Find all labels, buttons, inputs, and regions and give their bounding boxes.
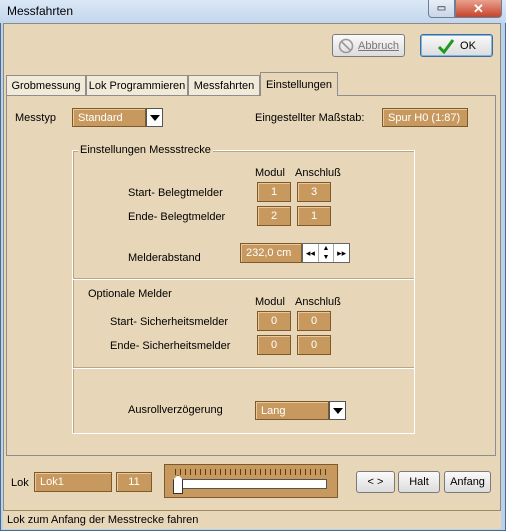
ok-button[interactable]: OK (420, 34, 493, 57)
field-value: 3 (310, 186, 318, 198)
tab-label: Messfahrten (193, 79, 255, 92)
messtyp-select[interactable]: Standard (72, 108, 146, 127)
track-group-title: Einstellungen Messstrecke (78, 144, 213, 156)
melderabstand-value: 232,0 cm (246, 247, 292, 259)
ausroll-label: Ausrollverzögerung (128, 404, 223, 416)
step-fast-forward-icon[interactable]: ▸▸ (334, 244, 349, 262)
ende-belegt-label: Ende- Belegtmelder (128, 211, 226, 223)
title-bar: Messfahrten ▭ ✕ (0, 0, 506, 23)
halt-button[interactable]: Halt (398, 471, 440, 493)
group-divider (73, 278, 414, 280)
help-button[interactable]: ▭ (428, 0, 455, 18)
green-checkmark-icon (437, 38, 455, 54)
optional-group-title: Optionale Melder (88, 288, 172, 300)
field-value: 0 (310, 315, 318, 327)
tab-messfahrten[interactable]: Messfahrten (188, 75, 260, 95)
lok-label: Lok (11, 477, 29, 489)
status-bar: Lok zum Anfang der Messtrecke fahren (3, 510, 501, 529)
lok-address-value: 11 (128, 476, 140, 488)
step-up-down-icon[interactable]: ▲ ▼ (319, 244, 335, 262)
start-sicher-label: Start- Sicherheitsmelder (110, 316, 228, 328)
field-value: 0 (310, 339, 318, 351)
ende-sicher-label: Ende- Sicherheitsmelder (110, 340, 231, 352)
tab-einstellungen[interactable]: Einstellungen (260, 72, 338, 96)
group-divider-2 (73, 367, 414, 369)
ende-sicher-anschluss-field[interactable]: 0 (297, 335, 331, 355)
direction-label: < > (367, 476, 384, 488)
start-belegt-label: Start- Belegtmelder (128, 187, 223, 199)
scale-value: Spur H0 (1:87) (388, 111, 461, 124)
column-header-anschluss-2: Anschluß (295, 296, 341, 308)
anfang-label: Anfang (450, 476, 485, 488)
tab-label: Lok Programmieren (88, 79, 186, 92)
close-button[interactable]: ✕ (455, 0, 502, 18)
ok-label: OK (460, 39, 476, 52)
messtyp-value: Standard (78, 111, 123, 124)
start-sicher-modul-field[interactable]: 0 (257, 311, 291, 331)
start-belegt-anschluss-field[interactable]: 3 (297, 182, 331, 202)
slider-thumb[interactable] (173, 475, 183, 494)
field-value: 1 (270, 186, 278, 198)
messtyp-label: Messtyp (15, 112, 56, 124)
start-belegt-modul-field[interactable]: 1 (257, 182, 291, 202)
step-fast-back-icon[interactable]: ◂◂ (303, 244, 319, 262)
ausroll-value: Lang (261, 404, 286, 417)
direction-button[interactable]: < > (356, 471, 395, 493)
close-icon: ✕ (473, 0, 484, 16)
field-value: 0 (270, 339, 278, 351)
lok-address-field[interactable]: 11 (116, 472, 152, 492)
ausroll-dropdown-button[interactable] (329, 401, 346, 420)
slider-ticks (175, 469, 327, 475)
tab-label: Einstellungen (265, 78, 333, 91)
tab-grobmessung[interactable]: Grobmessung (6, 75, 86, 95)
slider-track (175, 479, 327, 489)
ende-belegt-modul-field[interactable]: 2 (257, 206, 291, 226)
melderabstand-label: Melderabstand (128, 252, 201, 264)
lok-name-field[interactable]: Lok1 (34, 472, 112, 492)
field-value: 1 (310, 210, 318, 222)
cancel-label: Abbruch (358, 39, 399, 52)
lok-name-value: Lok1 (40, 476, 64, 488)
field-value: 2 (270, 210, 278, 222)
ende-sicher-modul-field[interactable]: 0 (257, 335, 291, 355)
scale-value-field: Spur H0 (1:87) (382, 108, 468, 127)
column-header-modul: Modul (255, 167, 285, 179)
ende-belegt-anschluss-field[interactable]: 1 (297, 206, 331, 226)
scale-label: Eingestellter Maßstab: (255, 112, 365, 124)
anfang-button[interactable]: Anfang (444, 471, 491, 493)
speed-slider[interactable] (164, 464, 338, 498)
chevron-down-icon (149, 114, 160, 121)
halt-label: Halt (409, 476, 429, 488)
column-header-modul-2: Modul (255, 296, 285, 308)
no-entry-icon (338, 38, 354, 53)
start-sicher-anschluss-field[interactable]: 0 (297, 311, 331, 331)
tab-label: Grobmessung (11, 79, 81, 92)
melderabstand-field[interactable]: 232,0 cm (240, 243, 302, 263)
status-text: Lok zum Anfang der Messtrecke fahren (7, 514, 199, 526)
window-title: Messfahrten (7, 4, 74, 18)
tab-lok-programmieren[interactable]: Lok Programmieren (86, 75, 188, 95)
messtyp-dropdown-button[interactable] (146, 108, 163, 127)
cancel-button[interactable]: Abbruch (332, 34, 405, 57)
field-value: 0 (270, 315, 278, 327)
help-icon: ▭ (436, 3, 447, 14)
chevron-down-icon (332, 407, 343, 414)
ausroll-select[interactable]: Lang (255, 401, 329, 420)
column-header-anschluss: Anschluß (295, 167, 341, 179)
melderabstand-stepper[interactable]: ◂◂ ▲ ▼ ▸▸ (302, 243, 350, 263)
